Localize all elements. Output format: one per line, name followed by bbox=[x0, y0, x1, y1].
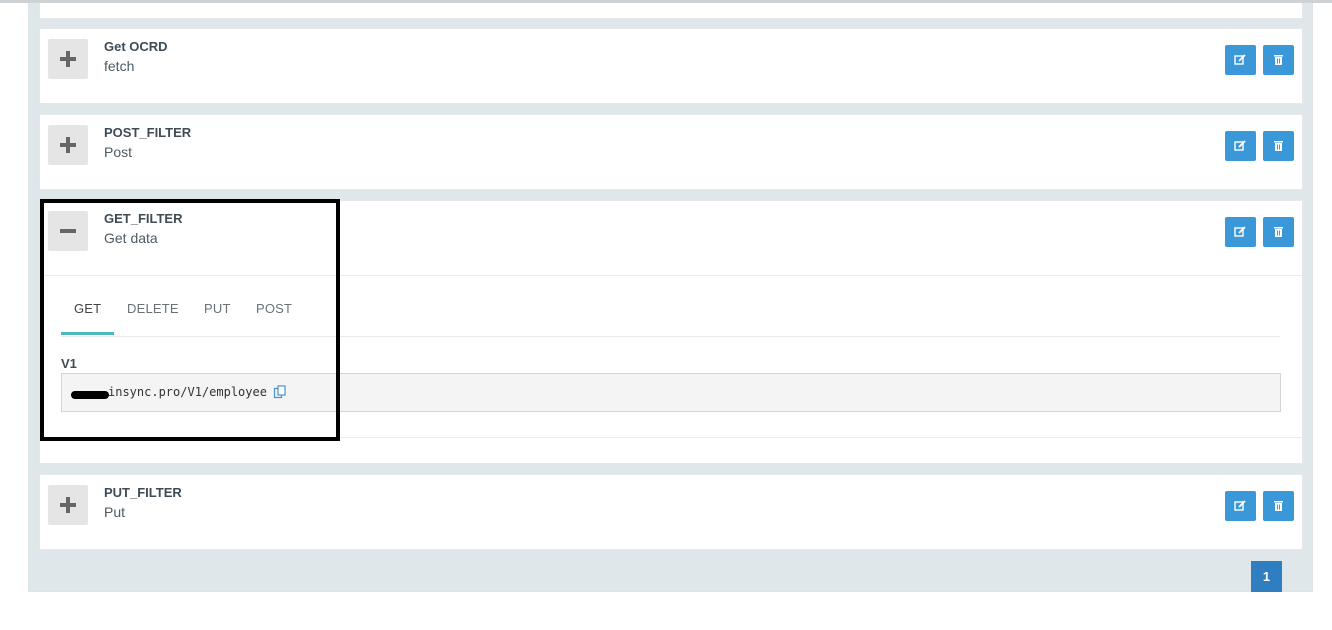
api-title: POST_FILTER bbox=[104, 125, 192, 140]
tabs-divider bbox=[61, 336, 1280, 337]
tab-put[interactable]: PUT bbox=[204, 301, 231, 335]
api-subtitle: Get data bbox=[104, 230, 158, 246]
partial-card bbox=[39, 3, 1303, 19]
minus-icon[interactable] bbox=[48, 211, 88, 251]
copy-icon[interactable] bbox=[273, 385, 287, 399]
edit-icon bbox=[1234, 500, 1246, 511]
plus-icon[interactable] bbox=[48, 125, 88, 165]
api-subtitle: Put bbox=[104, 504, 126, 520]
card-divider bbox=[40, 437, 1302, 438]
api-title: PUT_FILTER bbox=[104, 485, 182, 500]
tab-delete[interactable]: DELETE bbox=[127, 301, 179, 335]
api-card-put-filter: PUT_FILTER Put bbox=[39, 474, 1303, 550]
tab-post[interactable]: POST bbox=[256, 301, 292, 335]
plus-icon[interactable] bbox=[48, 485, 88, 525]
trash-icon bbox=[1274, 227, 1283, 237]
api-subtitle: Post bbox=[104, 144, 133, 160]
delete-button[interactable] bbox=[1263, 217, 1294, 247]
version-label: V1 bbox=[61, 356, 77, 371]
edit-button[interactable] bbox=[1225, 45, 1256, 75]
edit-icon bbox=[1234, 54, 1246, 65]
active-tab-indicator bbox=[61, 332, 114, 335]
tab-get[interactable]: GET bbox=[74, 301, 101, 335]
pagination-page-button[interactable]: 1 bbox=[1251, 561, 1282, 592]
edit-button[interactable] bbox=[1225, 131, 1256, 161]
api-subtitle: fetch bbox=[104, 58, 135, 74]
edit-button[interactable] bbox=[1225, 491, 1256, 521]
api-title: GET_FILTER bbox=[104, 211, 183, 226]
delete-button[interactable] bbox=[1263, 491, 1294, 521]
api-title: Get OCRD bbox=[104, 39, 168, 54]
trash-icon bbox=[1274, 55, 1283, 65]
endpoint-url: insync.pro/V1/employee bbox=[108, 385, 267, 399]
delete-button[interactable] bbox=[1263, 45, 1294, 75]
card-divider bbox=[40, 275, 1302, 276]
trash-icon bbox=[1274, 141, 1283, 151]
edit-icon bbox=[1234, 226, 1246, 237]
api-card-get-ocrd: Get OCRD fetch bbox=[39, 28, 1303, 104]
api-card-post-filter: POST_FILTER Post bbox=[39, 114, 1303, 190]
edit-icon bbox=[1234, 140, 1246, 151]
delete-button[interactable] bbox=[1263, 131, 1294, 161]
endpoint-url-box[interactable]: insync.pro/V1/employee bbox=[61, 373, 1281, 412]
trash-icon bbox=[1274, 501, 1283, 511]
edit-button[interactable] bbox=[1225, 217, 1256, 247]
redacted-text bbox=[71, 391, 109, 399]
plus-icon[interactable] bbox=[48, 39, 88, 79]
api-card-get-filter: GET_FILTER Get data GET DELETE PUT POST … bbox=[39, 200, 1303, 464]
